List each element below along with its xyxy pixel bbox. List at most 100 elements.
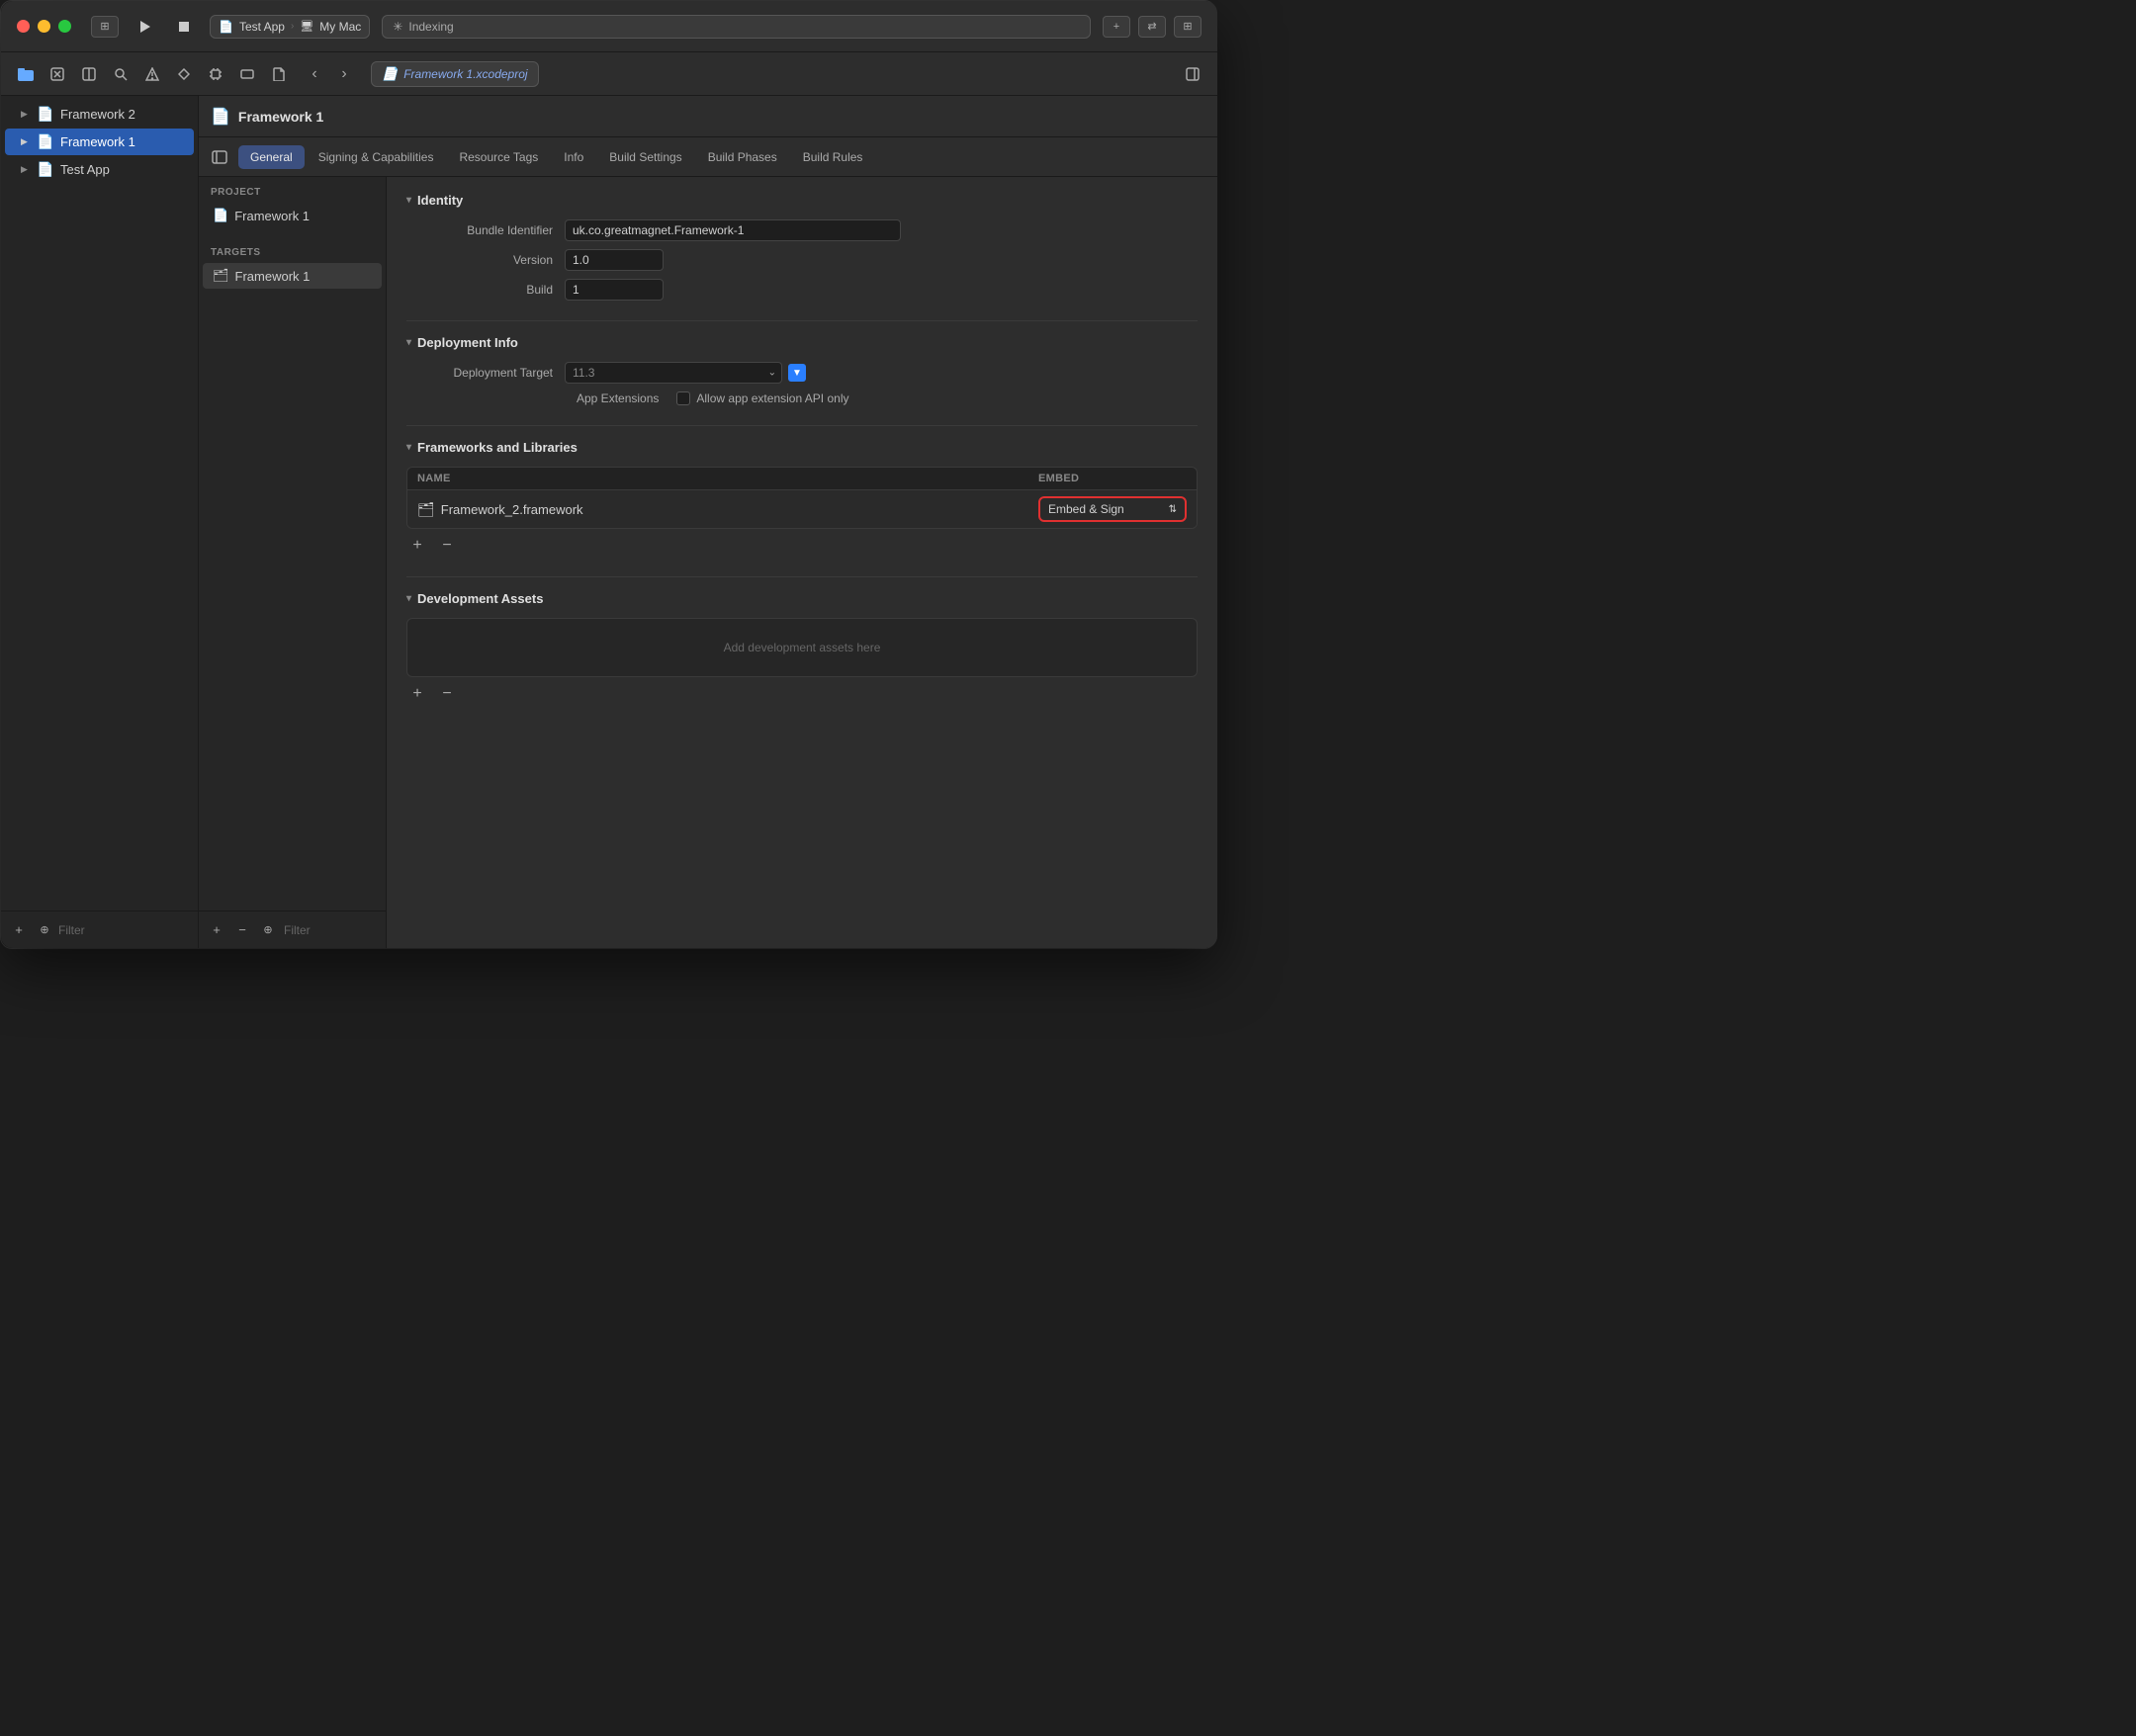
tab-signing[interactable]: Signing & Capabilities	[307, 145, 446, 169]
diamond-icon-btn[interactable]	[171, 61, 197, 87]
build-label: Build	[406, 283, 565, 297]
sidebar-toggle-button[interactable]: ⊞	[91, 16, 119, 38]
sidebar-item-label: Test App	[60, 162, 110, 177]
forward-button[interactable]: ›	[331, 61, 357, 87]
run-button[interactable]	[131, 13, 158, 41]
panel-footer: + − ⊕ Filter	[199, 911, 386, 948]
select-chevron-icon: ▼	[788, 364, 806, 382]
build-row: Build	[406, 279, 1198, 301]
add-button[interactable]: +	[1103, 16, 1130, 38]
dev-assets-actions: + −	[406, 683, 1198, 705]
target-name: Test App	[239, 20, 285, 34]
tab-build-rules[interactable]: Build Rules	[791, 145, 875, 169]
panel-remove-button[interactable]: −	[232, 920, 252, 940]
sidebar: ▶ 📄 Framework 2 ▶ 📄 Framework 1 ▶ 📄 Test…	[1, 96, 199, 948]
cpu-icon-btn[interactable]	[203, 61, 228, 87]
search-icon-btn[interactable]	[108, 61, 134, 87]
version-label: Version	[406, 253, 565, 267]
file-icon: 📄	[382, 66, 398, 82]
doc-icon-btn[interactable]	[266, 61, 292, 87]
panel-add-button[interactable]: +	[207, 920, 226, 940]
stop-button[interactable]	[170, 13, 198, 41]
deployment-target-label: Deployment Target	[406, 366, 565, 380]
target-folder-icon: 🗂	[213, 268, 229, 284]
fw-name-cell: 🗂 Framework_2.framework	[417, 501, 1038, 518]
split-right-button[interactable]	[1180, 61, 1205, 87]
sidebar-item-framework2[interactable]: ▶ 📄 Framework 2	[5, 101, 194, 128]
identity-section-header[interactable]: ▾ Identity	[406, 193, 1198, 208]
chevron-right-icon: ›	[291, 21, 294, 32]
expand-icon: ⇄	[1147, 20, 1156, 33]
rect-icon-btn[interactable]	[234, 61, 260, 87]
identity-section-label: Identity	[417, 193, 463, 208]
minimize-button[interactable]	[38, 20, 50, 33]
version-input[interactable]	[565, 249, 664, 271]
filter-badge-icon[interactable]: ⊕	[35, 920, 54, 940]
project-item-framework1[interactable]: 📄 Framework 1	[203, 203, 382, 228]
deployment-select-wrap: 11.3 12.0 13.0 14.0 15.0 ▼	[565, 362, 806, 384]
chevron-down-icon: ▾	[406, 337, 411, 348]
sidebar-item-label: Framework 2	[60, 107, 135, 122]
frameworks-section-label: Frameworks and Libraries	[417, 440, 578, 455]
toolbar: ‹ › 📄 Framework 1.xcodeproj	[1, 52, 1217, 96]
file-icon: 📄	[37, 161, 54, 178]
panel-filter-label: Filter	[284, 923, 311, 937]
embed-dropdown[interactable]: Embed & Sign ⇅	[1038, 496, 1187, 522]
sidebar-toggle-icon[interactable]	[207, 144, 232, 170]
file-tab[interactable]: 📄 Framework 1.xcodeproj	[371, 61, 539, 87]
tab-general[interactable]: General	[238, 145, 305, 169]
app-extensions-row: App Extensions Allow app extension API o…	[406, 391, 1198, 405]
panel-filter-icon[interactable]: ⊕	[258, 920, 278, 940]
chevron-down-icon: ▾	[406, 442, 411, 453]
build-input[interactable]	[565, 279, 664, 301]
file-icon: 📄	[37, 106, 54, 123]
frameworks-section-header[interactable]: ▾ Frameworks and Libraries	[406, 440, 1198, 455]
sidebar-item-testapp[interactable]: ▶ 📄 Test App	[5, 156, 194, 183]
maximize-button[interactable]	[58, 20, 71, 33]
dev-assets-add-button[interactable]: +	[406, 683, 428, 705]
project-icon: 📄	[211, 107, 230, 127]
dev-assets-section: ▾ Development Assets Add development ass…	[406, 591, 1198, 705]
project-item-label: Framework 1	[234, 209, 310, 223]
deployment-section-header[interactable]: ▾ Deployment Info	[406, 335, 1198, 350]
sidebar-add-button[interactable]: +	[9, 920, 29, 940]
indexing-bar: ✳ Indexing	[382, 15, 1091, 39]
fw-remove-button[interactable]: −	[436, 535, 458, 557]
project-section-label: PROJECT	[199, 177, 386, 202]
toolbar-right	[1180, 61, 1205, 87]
frameworks-table: Name Embed 🗂 Framework_2.framework Embed…	[406, 467, 1198, 529]
panels-button[interactable]: ⊞	[1174, 16, 1202, 38]
app-extensions-checkbox[interactable]	[676, 391, 690, 405]
indexing-label: Indexing	[408, 20, 453, 34]
frameworks-section: ▾ Frameworks and Libraries Name Embed 🗂	[406, 440, 1198, 557]
dev-assets-dropzone[interactable]: Add development assets here	[406, 618, 1198, 677]
app-extensions-area: App Extensions Allow app extension API o…	[577, 391, 849, 405]
tab-info[interactable]: Info	[552, 145, 595, 169]
close-button[interactable]	[17, 20, 30, 33]
dev-assets-section-header[interactable]: ▾ Development Assets	[406, 591, 1198, 606]
target-selector[interactable]: 📄 Test App › 🖥 My Mac	[210, 15, 370, 39]
deployment-target-select[interactable]: 11.3 12.0 13.0 14.0 15.0	[565, 362, 782, 384]
xmark-icon-btn[interactable]	[44, 61, 70, 87]
identity-section: ▾ Identity Bundle Identifier Version	[406, 193, 1198, 301]
bundle-id-input[interactable]	[565, 219, 901, 241]
split-icon-btn[interactable]	[76, 61, 102, 87]
fw-add-button[interactable]: +	[406, 535, 428, 557]
dev-assets-placeholder: Add development assets here	[724, 641, 881, 654]
dev-assets-remove-button[interactable]: −	[436, 683, 458, 705]
expand-button[interactable]: ⇄	[1138, 16, 1166, 38]
tab-build-settings[interactable]: Build Settings	[597, 145, 693, 169]
tab-resource-tags[interactable]: Resource Tags	[447, 145, 550, 169]
warning-icon-btn[interactable]	[139, 61, 165, 87]
bundle-id-label: Bundle Identifier	[406, 223, 565, 237]
nav-back-forward: ‹ ›	[302, 61, 357, 87]
folder-icon-btn[interactable]	[13, 61, 39, 87]
back-button[interactable]: ‹	[302, 61, 327, 87]
tab-build-phases[interactable]: Build Phases	[696, 145, 789, 169]
divider-1	[406, 320, 1198, 321]
chevron-right-icon: ▶	[21, 109, 31, 120]
sidebar-footer: + ⊕ Filter	[1, 911, 198, 948]
project-panel: PROJECT 📄 Framework 1 TARGETS 🗂 Framewor…	[199, 177, 387, 948]
sidebar-item-framework1[interactable]: ▶ 📄 Framework 1	[5, 129, 194, 155]
target-item-framework1[interactable]: 🗂 Framework 1	[203, 263, 382, 289]
